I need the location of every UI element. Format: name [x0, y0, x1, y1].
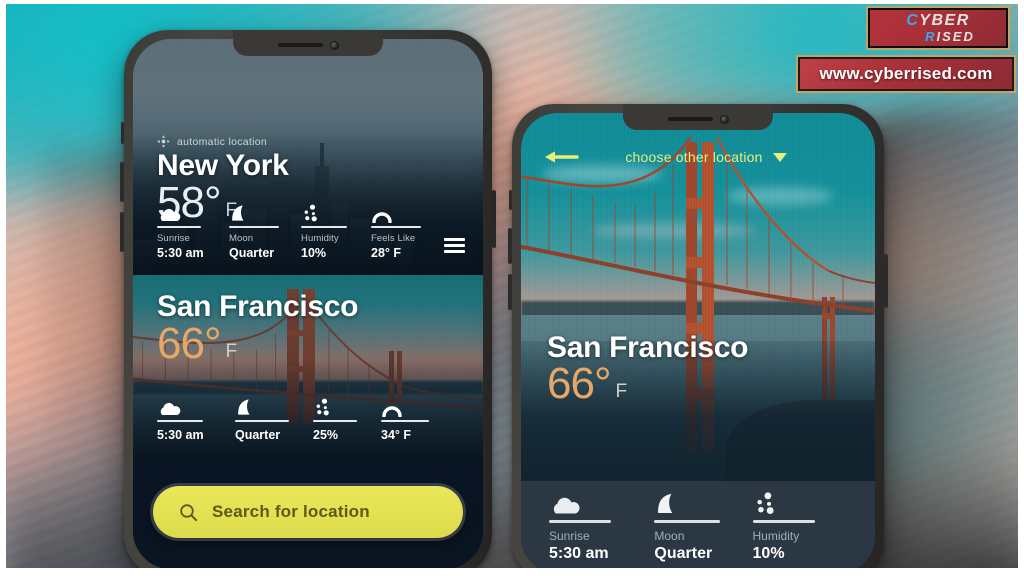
newyork-stat-sunrise[interactable]: Sunrise 5:30 am	[157, 203, 229, 261]
automatic-location-label: automatic location	[177, 135, 268, 148]
newyork-city-name: New York	[157, 149, 289, 182]
phone-two-stat-humidity[interactable]: Humidity 10%	[752, 490, 847, 565]
phone-two-stats-bar: Sunrise 5:30 am Moon Quarter Humidity 10…	[521, 481, 875, 573]
phone-two-temp-unit: F	[615, 381, 628, 403]
phone-one-screen: automatic location New York 58° F Sunris…	[133, 39, 483, 569]
website-url-text: www.cyberrised.com	[819, 64, 993, 83]
stat-value: Quarter	[235, 427, 281, 442]
stat-value: Quarter	[654, 544, 713, 562]
search-placeholder-label: Search for location	[212, 502, 370, 521]
phone-one: automatic location New York 58° F Sunris…	[120, 30, 496, 576]
phone-two: choose other location San Francisco 66° …	[508, 104, 888, 576]
stat-key: Sunrise	[157, 232, 190, 244]
front-camera-icon	[719, 114, 729, 124]
phone-two-temperature: 66° F	[547, 359, 748, 409]
automatic-location-indicator[interactable]: automatic location	[157, 135, 465, 148]
newyork-stat-feels-like[interactable]: Feels Like 28° F	[371, 203, 437, 261]
stat-key: Moon	[229, 232, 254, 244]
volume-down-button[interactable]	[508, 274, 512, 310]
cyberrised-logo-watermark: CYBER RISED	[868, 8, 1008, 48]
mute-switch[interactable]	[121, 122, 124, 144]
stat-key: Humidity	[752, 528, 800, 543]
phone-two-stat-sunrise[interactable]: Sunrise 5:30 am	[549, 490, 654, 565]
crosshair-location-icon	[157, 135, 170, 148]
stat-value: 5:30 am	[157, 245, 204, 260]
stat-key: Feels Like	[371, 232, 416, 244]
sanfrancisco-stat-moon[interactable]: Quarter	[235, 397, 313, 443]
phone-two-temp-value: 66°	[547, 359, 612, 409]
logo-c-letter: C	[906, 12, 920, 29]
choose-other-location-dropdown[interactable]: choose other location	[625, 149, 787, 165]
stat-value: 28° F	[371, 245, 402, 260]
stat-value: 5:30 am	[157, 427, 204, 442]
volume-up-button[interactable]	[120, 162, 124, 202]
search-icon	[180, 503, 198, 521]
feels-like-arc-icon	[371, 203, 437, 223]
sanfrancisco-city-name: San Francisco	[157, 290, 359, 323]
sunrise-cloud-icon	[157, 397, 235, 417]
newyork-stat-humidity[interactable]: Humidity 10%	[301, 203, 371, 261]
sunrise-cloud-icon	[549, 490, 654, 516]
front-camera-icon	[329, 40, 339, 50]
logo-line-one: CYBER	[906, 13, 970, 29]
sanfrancisco-stat-sunrise[interactable]: 5:30 am	[157, 397, 235, 443]
moon-crescent-icon	[654, 490, 752, 516]
phone-one-notch	[233, 30, 383, 56]
phone-two-screen: choose other location San Francisco 66° …	[521, 113, 875, 573]
volume-up-button[interactable]	[508, 228, 512, 264]
sanfrancisco-temperature: 66° F	[157, 318, 465, 368]
logo-r-letter: R	[925, 29, 937, 44]
newyork-weather-card[interactable]: automatic location New York 58° F Sunris…	[133, 39, 483, 275]
stat-value: 34° F	[381, 427, 412, 442]
search-area: Search for location	[133, 455, 483, 569]
phone-two-stat-moon[interactable]: Moon Quarter	[654, 490, 752, 565]
stat-value: 25%	[313, 427, 339, 442]
sanfrancisco-weather-card[interactable]: San Francisco 66° F 5:30 am Quarter 25% …	[133, 275, 483, 455]
humidity-drops-icon	[753, 490, 847, 516]
earpiece-speaker	[667, 117, 713, 121]
logo-cyber-text: YBER	[919, 12, 970, 29]
search-input[interactable]: Search for location	[153, 486, 463, 538]
phone-two-city-block: San Francisco 66° F	[547, 332, 748, 409]
volume-down-button[interactable]	[120, 212, 124, 252]
mute-switch[interactable]	[509, 190, 512, 210]
stat-value: 5:30 am	[549, 544, 609, 562]
sunrise-cloud-icon	[157, 203, 229, 223]
logo-line-two: RISED	[925, 30, 975, 43]
hamburger-menu-icon[interactable]	[444, 238, 465, 253]
chevron-down-icon	[772, 152, 787, 162]
phone-two-topbar: choose other location	[521, 143, 875, 171]
sanfrancisco-stat-feels-like[interactable]: 34° F	[381, 397, 447, 443]
humidity-drops-icon	[301, 203, 371, 223]
earpiece-speaker	[277, 43, 323, 47]
stat-key: Sunrise	[549, 528, 590, 543]
sanfrancisco-stat-humidity[interactable]: 25%	[313, 397, 381, 443]
sanfrancisco-detail-hero: choose other location San Francisco 66° …	[521, 113, 875, 481]
back-arrow-icon[interactable]	[543, 148, 579, 166]
power-button[interactable]	[492, 190, 496, 248]
stat-value: 10%	[301, 245, 327, 260]
stat-key: Humidity	[301, 232, 339, 244]
logo-rised-text: ISED	[936, 29, 975, 44]
feels-like-arc-icon	[381, 397, 447, 417]
screenshot-stage: automatic location New York 58° F Sunris…	[0, 0, 1024, 576]
sanfrancisco-temp-unit: F	[225, 340, 238, 362]
stat-value: Quarter	[229, 245, 275, 260]
phone-two-notch	[623, 104, 773, 130]
humidity-drops-icon	[313, 397, 381, 417]
choose-other-location-label: choose other location	[625, 149, 763, 165]
sanfrancisco-temp-value: 66°	[157, 318, 222, 368]
moon-crescent-icon	[229, 203, 301, 223]
stat-value: 10%	[752, 544, 785, 562]
website-url-watermark: www.cyberrised.com	[798, 57, 1014, 91]
power-button[interactable]	[884, 254, 888, 308]
stat-key: Moon	[654, 528, 685, 543]
moon-crescent-icon	[235, 397, 313, 417]
newyork-stat-moon[interactable]: Moon Quarter	[229, 203, 301, 261]
